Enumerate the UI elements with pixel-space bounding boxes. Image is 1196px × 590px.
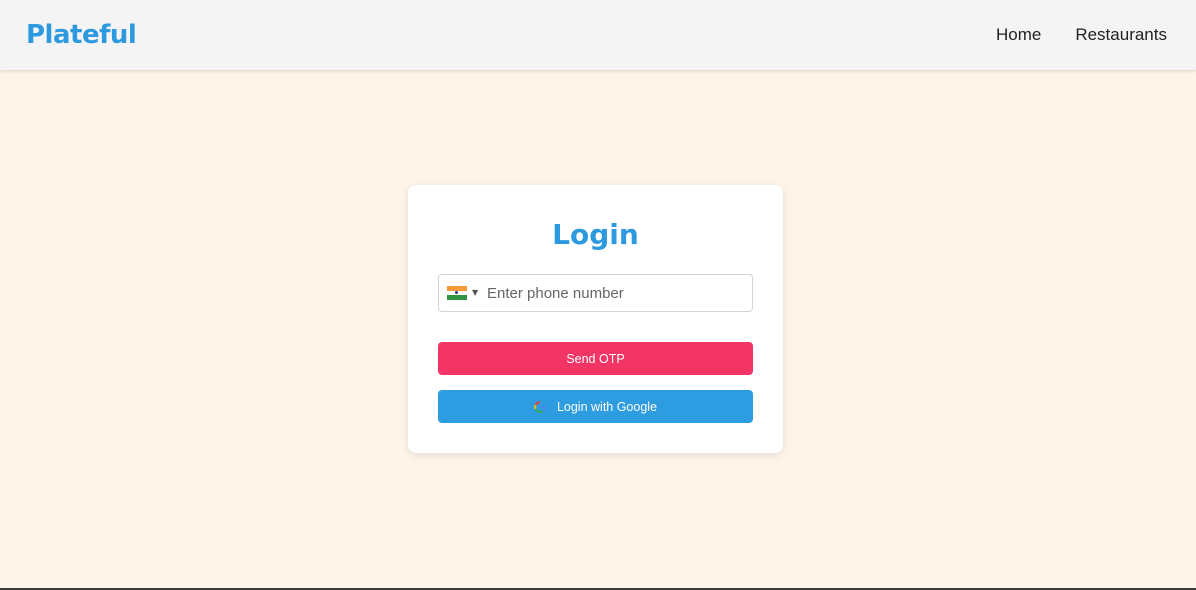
login-card: Login ▼ Send OTP Login with Google bbox=[408, 185, 783, 453]
login-with-google-label: Login with Google bbox=[556, 399, 658, 414]
nav-links: Home Restaurants bbox=[996, 25, 1167, 45]
chevron-down-icon: ▼ bbox=[472, 288, 479, 297]
send-otp-button[interactable]: Send OTP bbox=[438, 342, 753, 375]
phone-field: ▼ bbox=[438, 274, 753, 312]
phone-number-input[interactable] bbox=[487, 275, 752, 311]
brand-logo[interactable]: Plateful bbox=[26, 20, 137, 50]
nav-link-restaurants[interactable]: Restaurants bbox=[1075, 25, 1167, 45]
nav-link-home[interactable]: Home bbox=[996, 25, 1041, 45]
send-otp-label: Send OTP bbox=[566, 351, 625, 366]
country-code-select[interactable]: ▼ bbox=[439, 275, 487, 311]
login-title: Login bbox=[552, 218, 639, 251]
google-icon bbox=[534, 400, 546, 413]
navbar: Plateful Home Restaurants bbox=[0, 0, 1196, 70]
login-with-google-button[interactable]: Login with Google bbox=[438, 390, 753, 423]
india-flag-icon bbox=[447, 286, 467, 301]
